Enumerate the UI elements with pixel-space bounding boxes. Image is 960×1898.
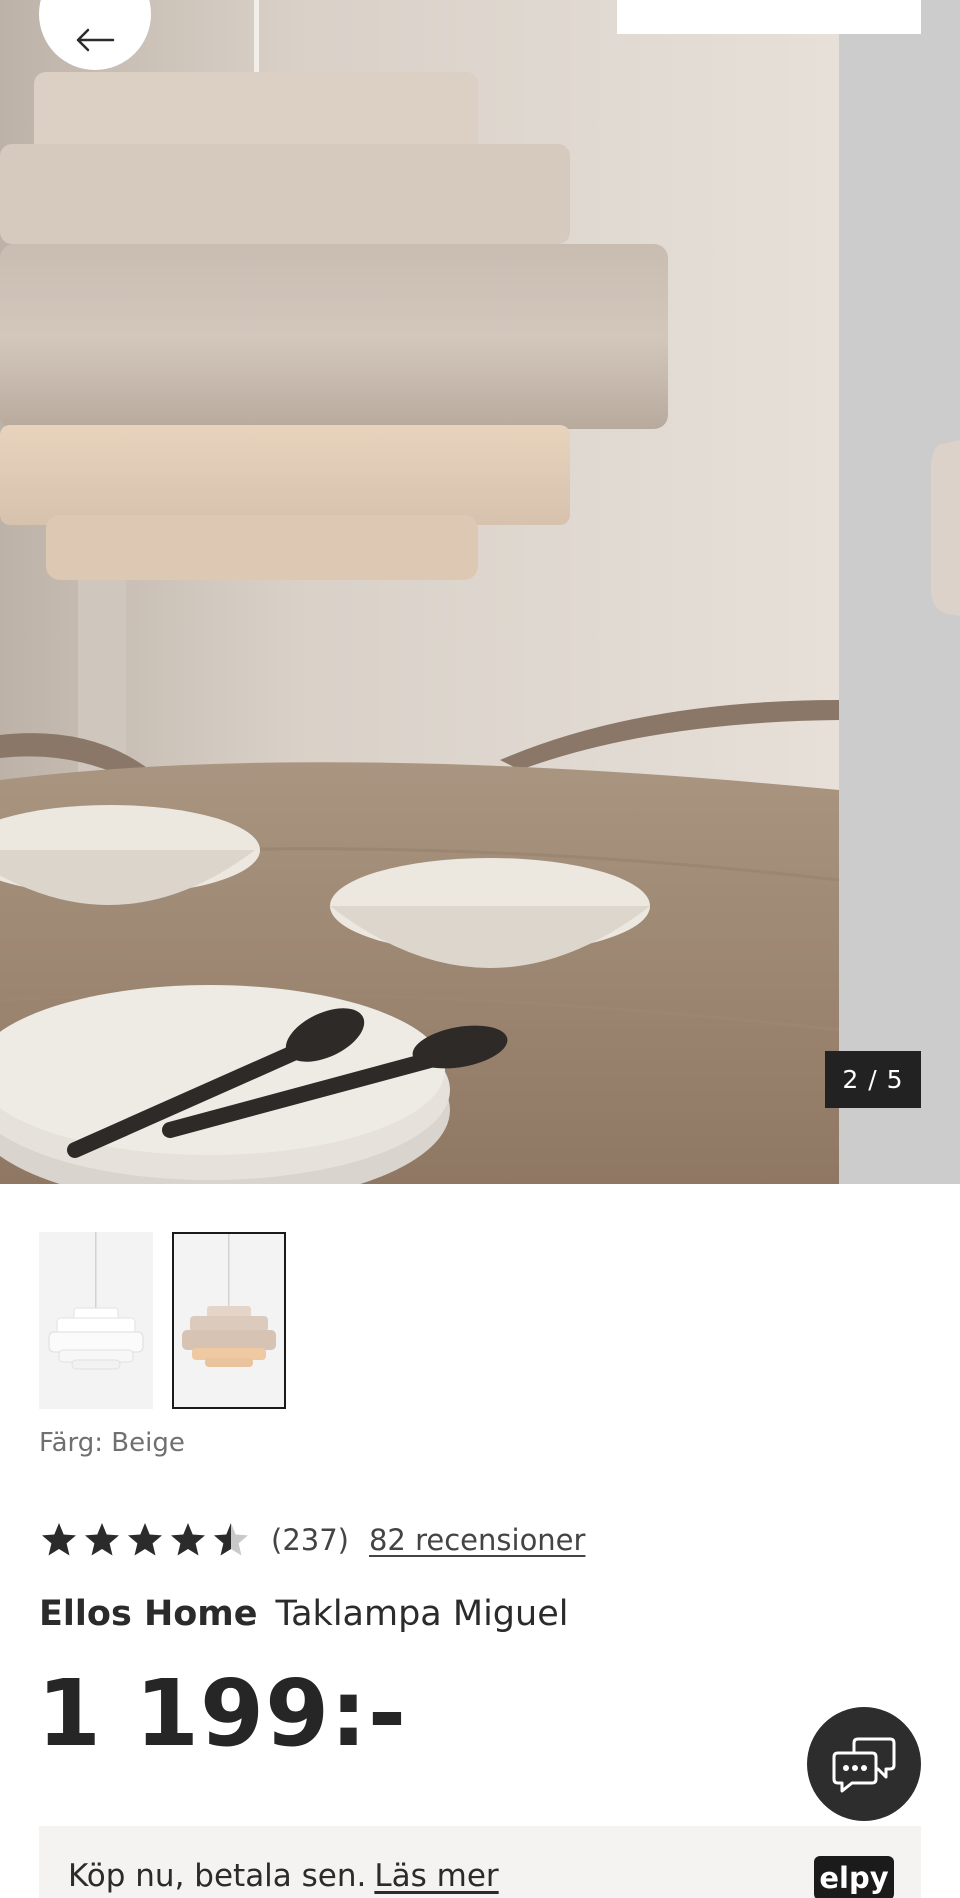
chat-bubbles-icon: [832, 1737, 896, 1793]
thumbnail-beige-lamp[interactable]: [172, 1232, 286, 1409]
beige-lamp-image: [174, 1234, 284, 1407]
white-lamp-image: [39, 1232, 153, 1409]
star-icon: [128, 1523, 162, 1556]
selected-color-label: Färg: Beige: [39, 1428, 185, 1458]
star-icon: [171, 1523, 205, 1556]
gallery-image-main[interactable]: [0, 0, 839, 1184]
payment-provider-logo: elpy: [814, 1856, 894, 1898]
star-icon: [85, 1523, 119, 1556]
color-thumbnails: [39, 1232, 286, 1409]
rating-stars: [39, 1520, 251, 1560]
gallery-image-next-peek[interactable]: [839, 0, 960, 1184]
star-icon: [42, 1523, 76, 1556]
product-image-gallery[interactable]: 2 / 5: [0, 0, 960, 1184]
reviews-link[interactable]: 82 recensioner: [369, 1523, 585, 1557]
chat-button[interactable]: [807, 1707, 921, 1821]
half-star-icon: [214, 1523, 248, 1556]
rating-count: (237): [271, 1523, 349, 1557]
next-photo-peek: [839, 0, 960, 1184]
pay-later-text: Köp nu, betala sen. Läs mer: [68, 1858, 499, 1894]
product-brand[interactable]: Ellos Home: [39, 1594, 258, 1634]
pay-later-banner: Köp nu, betala sen. Läs mer elpy: [39, 1826, 921, 1898]
star-rating-icons: [42, 1523, 248, 1556]
product-price: 1 199:-: [37, 1660, 408, 1767]
read-more-link[interactable]: Läs mer: [374, 1858, 498, 1894]
product-photo: [0, 0, 839, 1184]
thumbnail-white-lamp[interactable]: [39, 1232, 153, 1409]
product-title: Ellos Home Taklampa Miguel: [39, 1594, 568, 1634]
top-action-box[interactable]: [617, 0, 921, 34]
rating-row: (237) 82 recensioner: [39, 1518, 585, 1562]
image-counter: 2 / 5: [825, 1051, 921, 1108]
product-name: Taklampa Miguel: [275, 1594, 569, 1634]
arrow-left-icon: [76, 28, 115, 52]
pay-later-message: Köp nu, betala sen.: [68, 1858, 367, 1894]
